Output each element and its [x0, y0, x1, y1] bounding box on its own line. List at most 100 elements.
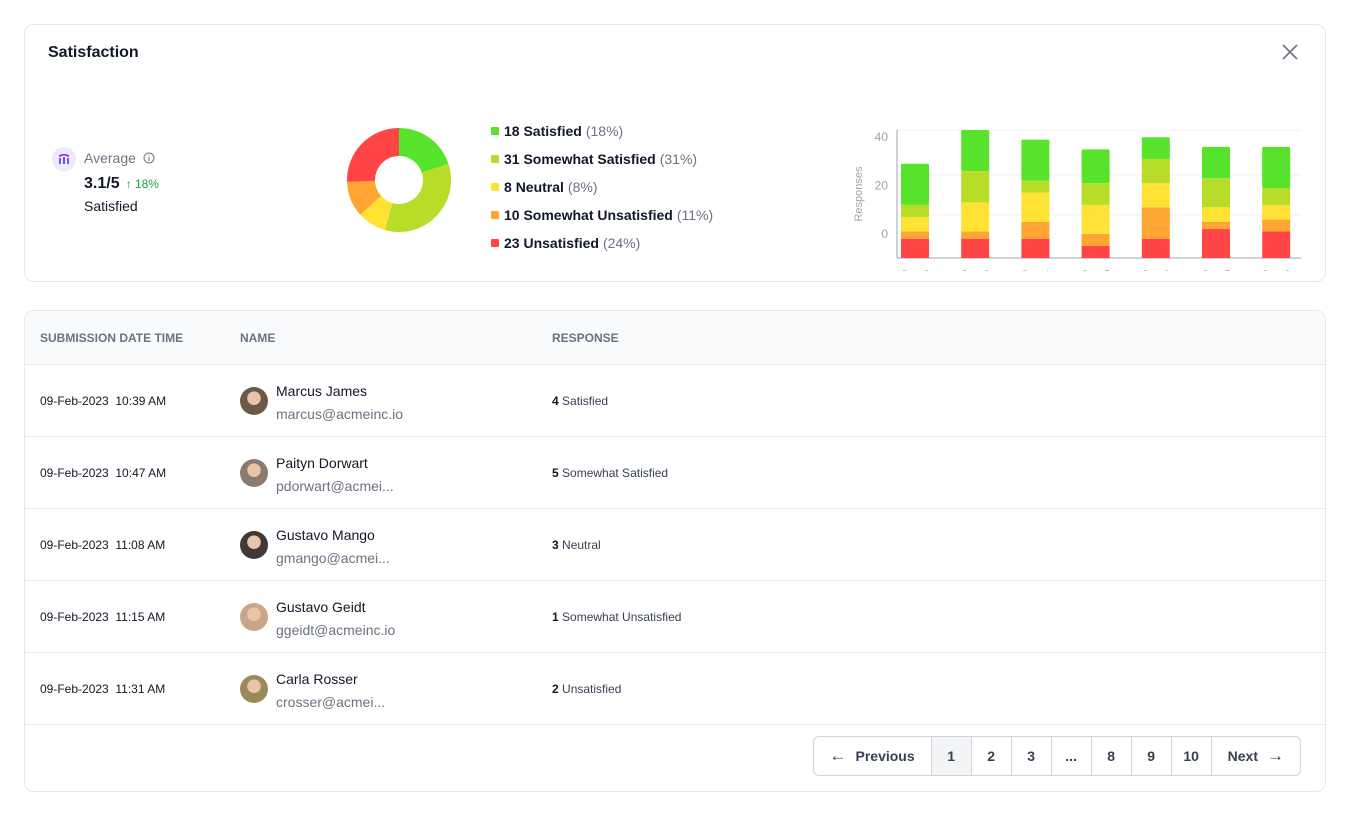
- bar-segment: [1202, 229, 1230, 258]
- average-delta: 18%: [134, 177, 159, 191]
- previous-button[interactable]: ← Previous: [814, 737, 932, 775]
- legend-count: 23: [504, 235, 520, 251]
- avatar: [240, 387, 268, 415]
- page-button[interactable]: ...: [1052, 737, 1092, 775]
- page-button[interactable]: 2: [972, 737, 1012, 775]
- submission-date: 09-Feb-2023 11:31 AM: [40, 682, 166, 696]
- submission-date: 09-Feb-2023 11:15 AM: [40, 610, 166, 624]
- legend-count: 18: [504, 123, 520, 139]
- legend-pct: (11%): [676, 207, 714, 223]
- table-header: SUBMISSION DATE TIME NAME RESPONSE: [25, 311, 1325, 365]
- donut-slice: [347, 128, 399, 182]
- legend-pct: (18%): [585, 123, 624, 139]
- x-tick-label: Sep 3: [961, 269, 990, 271]
- bar-segment: [1141, 137, 1170, 159]
- avatar: [240, 459, 268, 487]
- legend-item: 31 Somewhat Satisfied (31%): [491, 145, 713, 173]
- bar-segment: [1262, 219, 1291, 232]
- average-label: Average: [84, 150, 136, 166]
- bar-segment: [1021, 192, 1050, 222]
- bar-segment: [901, 238, 929, 258]
- bar-segment: [961, 231, 990, 239]
- response-label: Unsatisfied: [562, 682, 622, 696]
- table-row[interactable]: 09-Feb-2023 10:47 AM Paityn Dorwart pdor…: [25, 437, 1325, 509]
- close-icon[interactable]: [1281, 43, 1299, 61]
- y-tick-label: 20: [875, 179, 889, 193]
- y-tick-label: 40: [875, 130, 889, 144]
- legend-label: Neutral: [515, 179, 564, 195]
- legend-item: 10 Somewhat Unsatisfied (11%): [491, 201, 713, 229]
- user-name: Gustavo Mango: [276, 527, 375, 543]
- bar-segment: [1202, 221, 1230, 230]
- donut-slice: [384, 163, 451, 233]
- legend-label: Satisfied: [523, 123, 582, 139]
- table-row[interactable]: 09-Feb-2023 11:31 AM Carla Rosser crosse…: [25, 653, 1325, 725]
- col-name: NAME: [240, 331, 276, 345]
- page-button[interactable]: 3: [1012, 737, 1052, 775]
- avatar: [240, 675, 268, 703]
- bar-segment: [1021, 221, 1050, 239]
- legend-label: Unsatisfied: [523, 235, 599, 251]
- page-button[interactable]: 10: [1172, 737, 1212, 775]
- satisfaction-card: Satisfaction Average 3.1/5 ↑ 18% Satisfie…: [24, 24, 1326, 282]
- response-score: 4: [552, 394, 559, 408]
- chart-icon: [52, 147, 76, 171]
- bar-segment: [1262, 146, 1291, 188]
- legend-pct: (24%): [602, 235, 641, 251]
- response-label: Neutral: [562, 538, 601, 552]
- legend-count: 31: [504, 151, 520, 167]
- bar-segment: [1081, 245, 1110, 258]
- avatar: [240, 603, 268, 631]
- bar-segment: [961, 202, 990, 232]
- bar-segment: [1202, 178, 1230, 208]
- x-tick-label: Sep 4: [1021, 269, 1050, 271]
- bar-segment: [1081, 233, 1110, 246]
- response-score: 2: [552, 682, 559, 696]
- bar-segment: [1021, 139, 1050, 181]
- pagination: ← Previous 1 2 3... 8 9 10 Next →: [812, 736, 1301, 776]
- legend-item: 23 Unsatisfied (24%): [491, 229, 713, 257]
- submission-date: 09-Feb-2023 10:39 AM: [40, 394, 167, 408]
- y-axis-label: Responses: [853, 166, 865, 222]
- bar-segment: [1262, 204, 1291, 220]
- bar-segment: [901, 231, 929, 239]
- legend-swatch: [491, 183, 499, 191]
- responses-table: SUBMISSION DATE TIME NAME RESPONSE 09-Fe…: [24, 310, 1326, 792]
- table-row[interactable]: 09-Feb-2023 10:39 AM Marcus James marcus…: [25, 365, 1325, 437]
- avatar: [240, 531, 268, 559]
- average-sub: Satisfied: [84, 198, 138, 214]
- legend-swatch: [491, 239, 499, 247]
- legend-count: 10: [504, 207, 520, 223]
- response-score: 1: [552, 610, 559, 624]
- card-title: Satisfaction: [48, 44, 139, 61]
- bar-segment: [961, 171, 990, 203]
- bar-segment: [1081, 149, 1110, 184]
- x-tick-label: Sep 5: [1081, 269, 1110, 271]
- page-button[interactable]: 1: [931, 737, 972, 775]
- bar-segment: [1141, 238, 1170, 258]
- page-button[interactable]: 9: [1132, 737, 1172, 775]
- arrow-left-icon: ←: [829, 746, 847, 765]
- table-row[interactable]: 09-Feb-2023 11:15 AM Gustavo Geidt ggeid…: [25, 581, 1325, 653]
- bar-segment: [1081, 204, 1110, 234]
- donut-slice: [399, 128, 449, 173]
- info-icon[interactable]: [143, 152, 155, 164]
- next-button[interactable]: Next →: [1212, 737, 1300, 775]
- bar-segment: [1141, 183, 1170, 208]
- page-button[interactable]: 8: [1092, 737, 1132, 775]
- legend-pct: (31%): [659, 151, 698, 167]
- response-score: 5: [552, 466, 559, 480]
- bar-segment: [1202, 207, 1230, 222]
- bar-segment: [1141, 158, 1170, 184]
- user-name: Carla Rosser: [276, 671, 358, 687]
- donut-chart: [347, 128, 451, 233]
- table-row[interactable]: 09-Feb-2023 11:08 AM Gustavo Mango gmang…: [25, 509, 1325, 581]
- user-email: marcus@acmeinc.io: [276, 406, 404, 422]
- legend-label: Somewhat Unsatisfied: [523, 207, 673, 223]
- response-label: Somewhat Unsatisfied: [562, 610, 682, 624]
- col-date: SUBMISSION DATE TIME: [40, 331, 184, 345]
- user-name: Gustavo Geidt: [276, 599, 366, 615]
- user-email: crosser@acmei...: [276, 694, 386, 710]
- user-email: pdorwart@acmei...: [276, 478, 394, 494]
- bar-segment: [961, 238, 990, 258]
